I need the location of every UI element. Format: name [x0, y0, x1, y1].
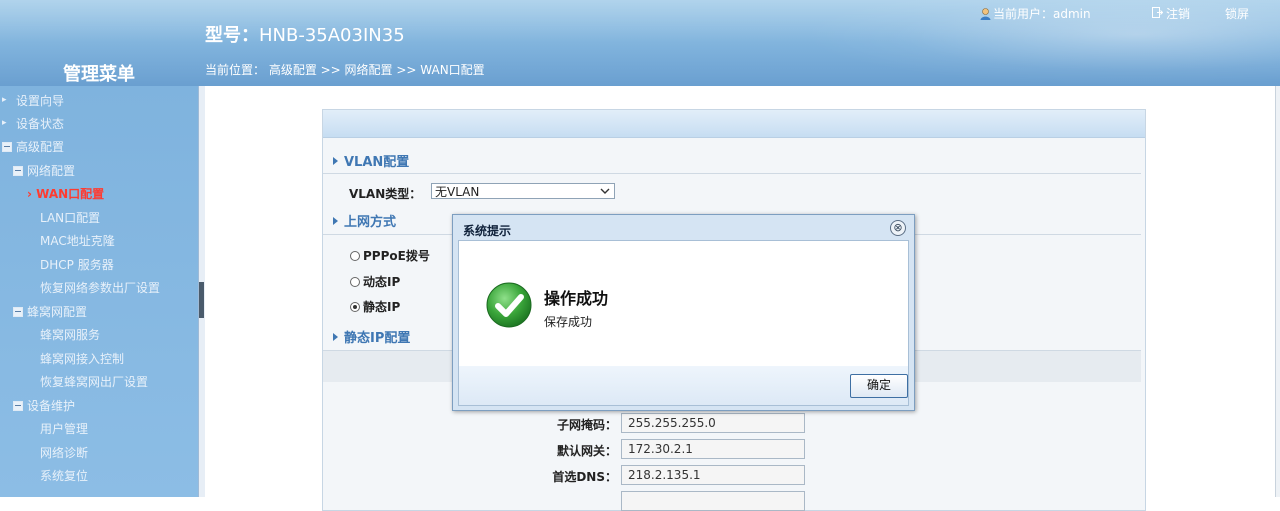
sidebar-item-diagnostics[interactable]: 网络诊断: [40, 444, 88, 461]
collapse-icon: [13, 166, 23, 176]
model-value: HNB-35A03IN35: [259, 25, 405, 46]
sidebar-item-lan[interactable]: LAN口配置: [40, 209, 100, 226]
radio-pppoe[interactable]: PPPoE拨号: [350, 247, 430, 264]
chevron-down-icon: [600, 184, 610, 201]
sidebar-item-maintenance[interactable]: 设备维护: [13, 397, 75, 414]
section-internet[interactable]: 上网方式: [333, 211, 396, 230]
sidebar-item-label: 蜂窝网配置: [27, 305, 88, 319]
dialog-footer: 确定: [458, 366, 909, 406]
system-dialog: 系统提示 ⊗ 操作成功 保存成功 确定: [452, 214, 915, 411]
dialog-title: 系统提示: [463, 224, 512, 238]
menu-title: 管理菜单: [63, 64, 135, 85]
radio-icon: [350, 276, 360, 287]
collapse-icon: [2, 142, 12, 152]
section-title: VLAN配置: [344, 155, 410, 170]
radio-dynamic-ip[interactable]: 动态IP: [350, 273, 400, 290]
sidebar-item-device-status[interactable]: 设备状态: [16, 115, 64, 132]
gateway-label: 默认网关：: [556, 444, 617, 458]
radio-static-ip[interactable]: 静态IP: [350, 298, 400, 315]
triangle-right-icon: [333, 217, 338, 225]
radio-label: 静态IP: [363, 300, 401, 314]
top-header: 型号：HNB-35A03IN35 当前用户：admin 注销 锁屏 管理菜单 当…: [0, 0, 1280, 86]
logout-icon: [1152, 6, 1164, 21]
close-icon[interactable]: ⊗: [890, 220, 906, 236]
sidebar-item-restore-network[interactable]: 恢复网络参数出厂设置: [40, 279, 160, 296]
sidebar-item-label: 设备维护: [27, 399, 76, 413]
radio-label: PPPoE拨号: [363, 249, 430, 263]
secondary-dns-input[interactable]: [621, 491, 805, 511]
sidebar-item-cellular-access[interactable]: 蜂窝网接入控制: [40, 350, 124, 367]
current-user: 当前用户：admin: [980, 5, 1091, 22]
sidebar-item-label: 网络配置: [27, 164, 76, 178]
dialog-heading: 操作成功: [544, 289, 609, 308]
radio-icon: [350, 250, 360, 261]
vlan-type-select[interactable]: 无VLAN: [431, 183, 615, 199]
subnet-input[interactable]: 255.255.255.0: [621, 413, 805, 433]
gateway-input[interactable]: 172.30.2.1: [621, 439, 805, 459]
sidebar-item-user-mgmt[interactable]: 用户管理: [40, 420, 88, 437]
nav-marker-icon: ▸: [2, 118, 7, 128]
logout-label: 注销: [1166, 7, 1191, 21]
dns-input[interactable]: 218.2.135.1: [621, 465, 805, 485]
ok-button[interactable]: 确定: [850, 374, 908, 398]
collapse-icon: [13, 307, 23, 317]
sidebar-item-setup-wizard[interactable]: 设置向导: [16, 92, 64, 109]
triangle-right-icon: [333, 157, 338, 165]
dialog-body: 操作成功 保存成功: [458, 240, 909, 367]
sidebar-item-cellular[interactable]: 蜂窝网配置: [13, 303, 87, 320]
sidebar-item-dhcp[interactable]: DHCP 服务器: [40, 256, 114, 273]
model-title: 型号：HNB-35A03IN35: [205, 21, 405, 47]
sidebar-item-label: WAN口配置: [36, 187, 105, 201]
vlan-type-value: 无VLAN: [435, 184, 480, 199]
logout-link[interactable]: 注销: [1152, 5, 1190, 22]
scrollbar[interactable]: [1275, 86, 1280, 497]
panel-header: [323, 110, 1145, 138]
collapse-icon: [13, 401, 23, 411]
model-label: 型号：: [205, 25, 259, 46]
sidebar-item-advanced[interactable]: 高级配置: [2, 138, 64, 155]
nav-marker-icon: ▸: [2, 95, 7, 105]
lock-screen-link[interactable]: 锁屏: [1225, 5, 1249, 22]
radio-label: 动态IP: [363, 275, 401, 289]
sidebar-item-cellular-service[interactable]: 蜂窝网服务: [40, 326, 100, 343]
user-icon: [980, 7, 991, 20]
chevron-right-icon: ›: [27, 187, 37, 201]
breadcrumb: 当前位置： 高级配置 >> 网络配置 >> WAN口配置: [205, 63, 485, 77]
section-title: 静态IP配置: [344, 331, 411, 346]
vlan-type-label: VLAN类型：: [349, 187, 422, 201]
sidebar-item-wan[interactable]: › WAN口配置: [27, 185, 104, 202]
sidebar-item-network[interactable]: 网络配置: [13, 162, 75, 179]
success-check-icon: [485, 281, 533, 329]
section-static-ip[interactable]: 静态IP配置: [333, 327, 410, 346]
subnet-label: 子网掩码：: [556, 418, 617, 432]
section-vlan[interactable]: VLAN配置: [333, 151, 409, 170]
dns-label: 首选DNS：: [552, 470, 617, 484]
sidebar-item-label: 高级配置: [16, 140, 65, 154]
divider: [323, 173, 1141, 174]
triangle-right-icon: [333, 333, 338, 341]
sidebar-item-reset[interactable]: 系统复位: [40, 467, 88, 484]
sidebar-item-restore-cellular[interactable]: 恢复蜂窝网出厂设置: [40, 373, 148, 390]
current-user-text: 当前用户：admin: [993, 7, 1091, 21]
radio-selected-icon: [350, 301, 360, 312]
section-title: 上网方式: [344, 215, 397, 230]
dialog-message: 保存成功: [544, 315, 593, 329]
splitter-grip[interactable]: [199, 282, 204, 318]
sidebar-item-mac-clone[interactable]: MAC地址克隆: [40, 232, 115, 249]
